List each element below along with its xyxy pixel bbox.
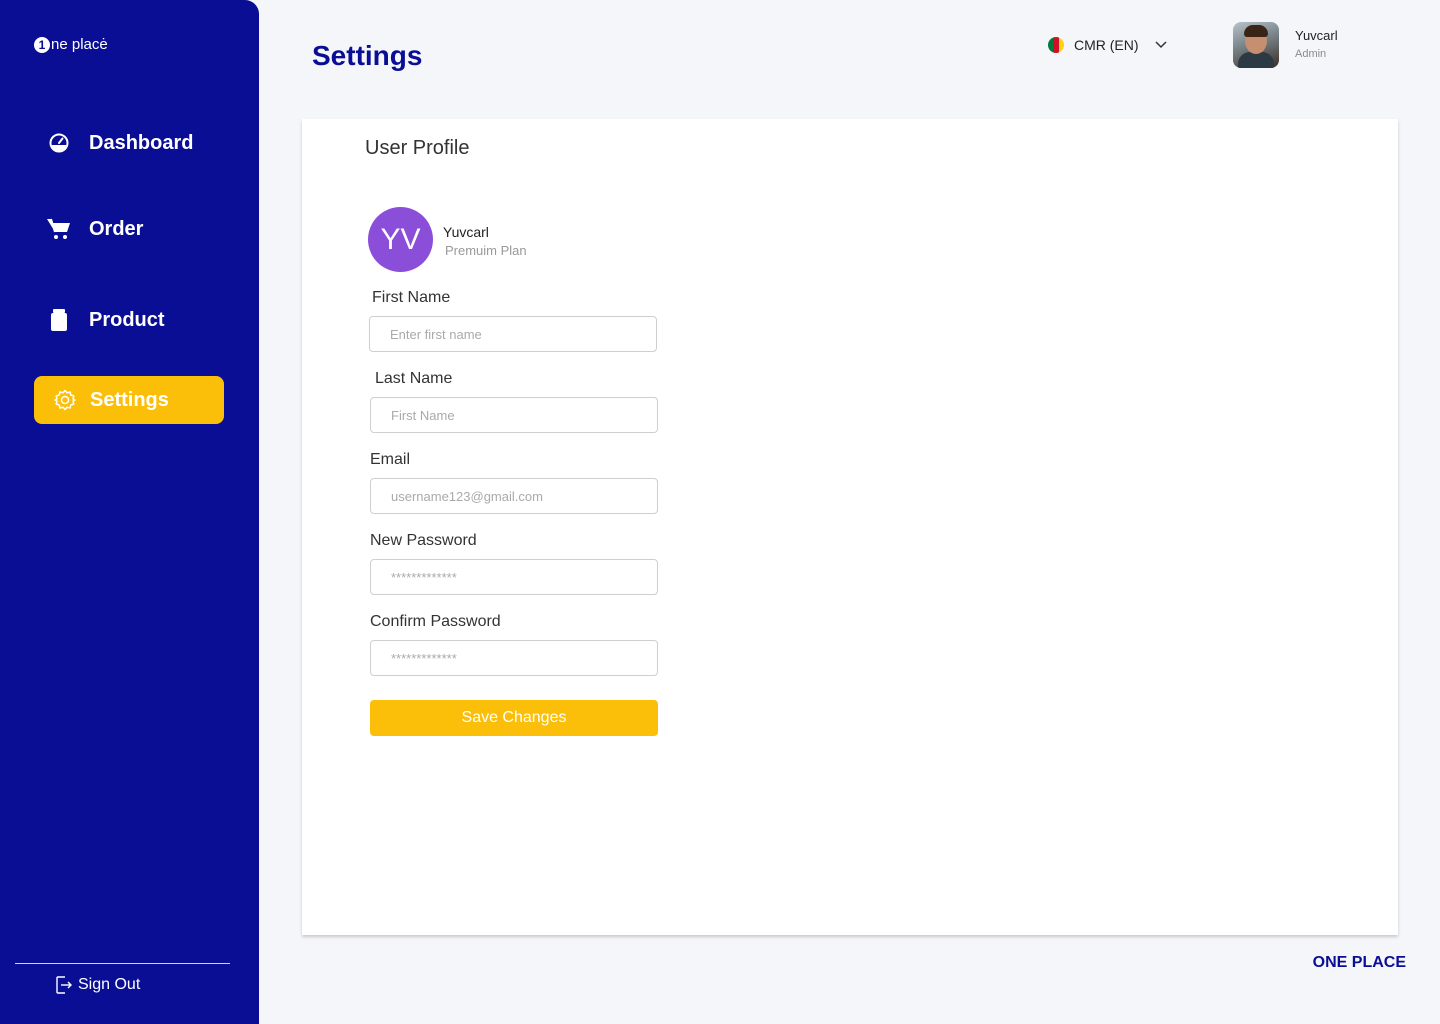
email-field[interactable] bbox=[370, 478, 658, 514]
sidebar-divider bbox=[15, 963, 230, 964]
user-menu[interactable]: Yuvcarl Admin bbox=[1233, 22, 1338, 68]
last-name-field[interactable] bbox=[370, 397, 658, 433]
profile-name: Yuvcarl bbox=[443, 224, 489, 240]
chevron-down-icon bbox=[1155, 41, 1167, 49]
confirm-password-field[interactable] bbox=[370, 640, 658, 676]
language-selector[interactable]: CMR (EN) bbox=[1048, 35, 1167, 55]
confirm-password-label: Confirm Password bbox=[370, 613, 501, 630]
user-profile-card: User Profile YV Yuvcarl Premuim Plan Fir… bbox=[302, 119, 1398, 935]
new-password-field[interactable] bbox=[370, 559, 658, 595]
sign-out-label: Sign Out bbox=[78, 976, 141, 993]
sidebar-item-settings[interactable]: Settings bbox=[34, 376, 224, 424]
sidebar-item-order[interactable]: Order bbox=[34, 205, 224, 253]
sidebar-item-label: Dashboard bbox=[89, 131, 194, 154]
cart-icon bbox=[44, 216, 74, 242]
last-name-label: Last Name bbox=[375, 370, 453, 387]
sidebar-item-label: Order bbox=[89, 217, 144, 240]
sidebar-item-label: Product bbox=[89, 308, 165, 331]
sidebar-item-product[interactable]: Product bbox=[34, 296, 224, 344]
sidebar-item-label: Settings bbox=[90, 388, 169, 411]
language-label: CMR (EN) bbox=[1074, 37, 1139, 53]
page-title: Settings bbox=[312, 40, 423, 71]
product-jar-icon bbox=[44, 308, 74, 332]
save-changes-button[interactable]: Save Changes bbox=[370, 700, 658, 736]
gear-icon bbox=[50, 388, 80, 412]
dashboard-gauge-icon bbox=[44, 133, 74, 153]
section-title: User Profile bbox=[365, 137, 470, 159]
first-name-field[interactable] bbox=[369, 316, 657, 352]
new-password-label: New Password bbox=[370, 532, 477, 549]
avatar bbox=[1233, 22, 1279, 68]
user-role: Admin bbox=[1295, 48, 1327, 60]
sidebar-item-dashboard[interactable]: Dashboard bbox=[34, 119, 224, 167]
sign-out-button[interactable]: Sign Out bbox=[56, 976, 140, 994]
logo-mark: 1 bbox=[34, 36, 50, 53]
sidebar: 1 ne placė Dashboard Order Product Setti… bbox=[0, 0, 259, 1024]
first-name-label: First Name bbox=[372, 289, 451, 306]
sign-out-icon bbox=[56, 976, 72, 994]
cameroon-flag-icon bbox=[1048, 37, 1064, 53]
profile-plan: Premuim Plan bbox=[445, 243, 527, 258]
user-name: Yuvcarl bbox=[1295, 28, 1338, 43]
profile-avatar: YV bbox=[368, 207, 433, 272]
brand-logo[interactable]: 1 ne placė bbox=[34, 36, 108, 53]
footer-brand: ONE PLACE bbox=[1312, 954, 1406, 971]
logo-text: ne placė bbox=[51, 36, 108, 53]
email-label: Email bbox=[370, 451, 411, 468]
